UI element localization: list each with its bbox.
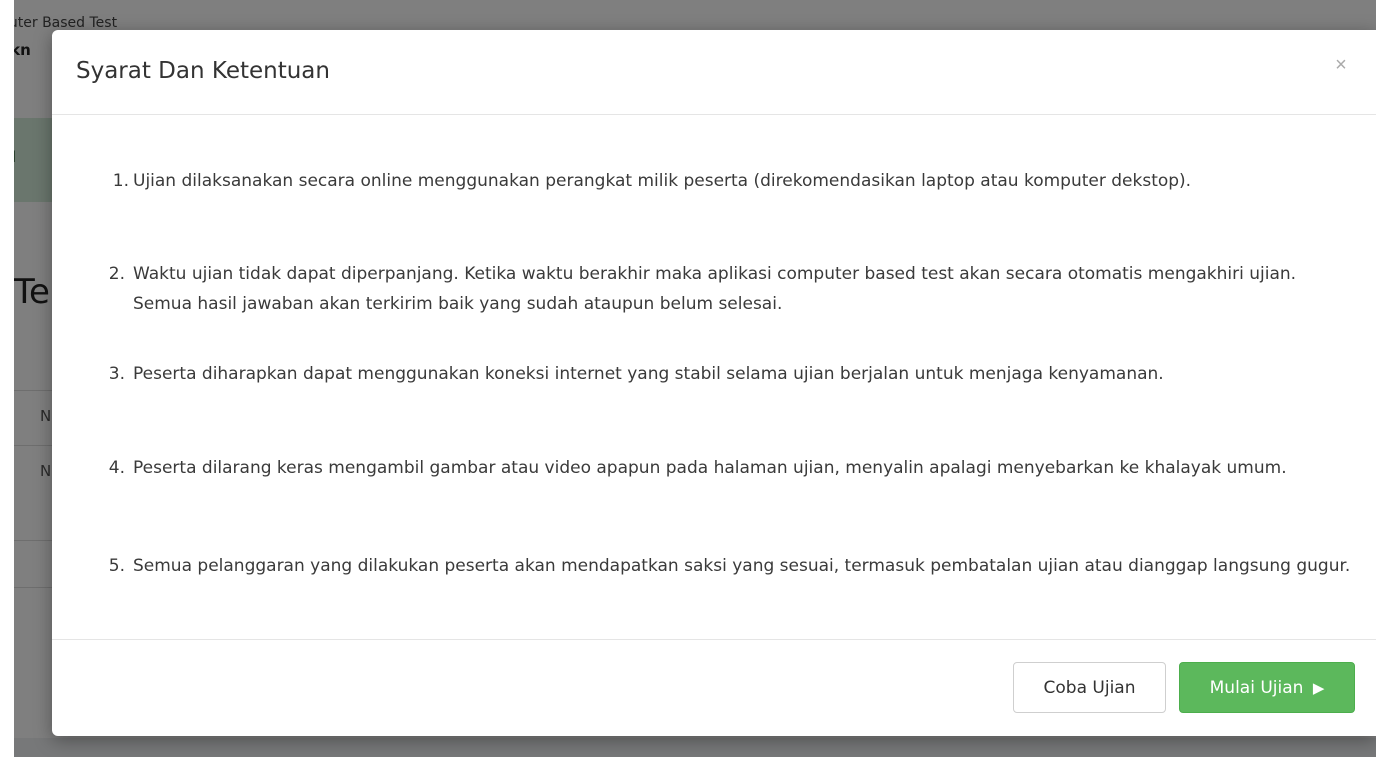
term-number: 4. — [108, 458, 125, 478]
term-number: 3. — [108, 364, 125, 384]
term-text: Peserta dilarang keras mengambil gambar … — [133, 458, 1287, 478]
term-number: 2. — [108, 264, 125, 284]
term-number: 5. — [108, 556, 125, 576]
term-text: Semua pelanggaran yang dilakukan peserta… — [133, 556, 1351, 576]
term-number: 1. — [112, 171, 129, 191]
play-icon: ▶ — [1312, 678, 1325, 697]
modal-header: Syarat Dan Ketentuan × — [52, 30, 1376, 115]
modal-title: Syarat Dan Ketentuan — [76, 58, 330, 84]
start-exam-button[interactable]: Mulai Ujian ▶ — [1179, 662, 1355, 713]
term-text: Peserta diharapkan dapat menggunakan kon… — [133, 364, 1164, 384]
modal-body: 1. Ujian dilaksanakan secara online meng… — [52, 116, 1376, 638]
try-exam-button[interactable]: Coba Ujian — [1013, 662, 1166, 713]
try-exam-label: Coba Ujian — [1043, 677, 1136, 698]
term-text: Waktu ujian tidak dapat diperpanjang. Ke… — [133, 264, 1297, 314]
close-icon[interactable]: × — [1330, 54, 1352, 76]
terms-modal: Syarat Dan Ketentuan × 1. Ujian dilaksan… — [52, 30, 1376, 736]
term-text: Ujian dilaksanakan secara online menggun… — [133, 171, 1192, 191]
modal-footer: Coba Ujian Mulai Ujian ▶ — [52, 639, 1376, 736]
page-left-strip — [0, 0, 14, 757]
start-exam-label: Mulai Ujian — [1209, 677, 1304, 698]
